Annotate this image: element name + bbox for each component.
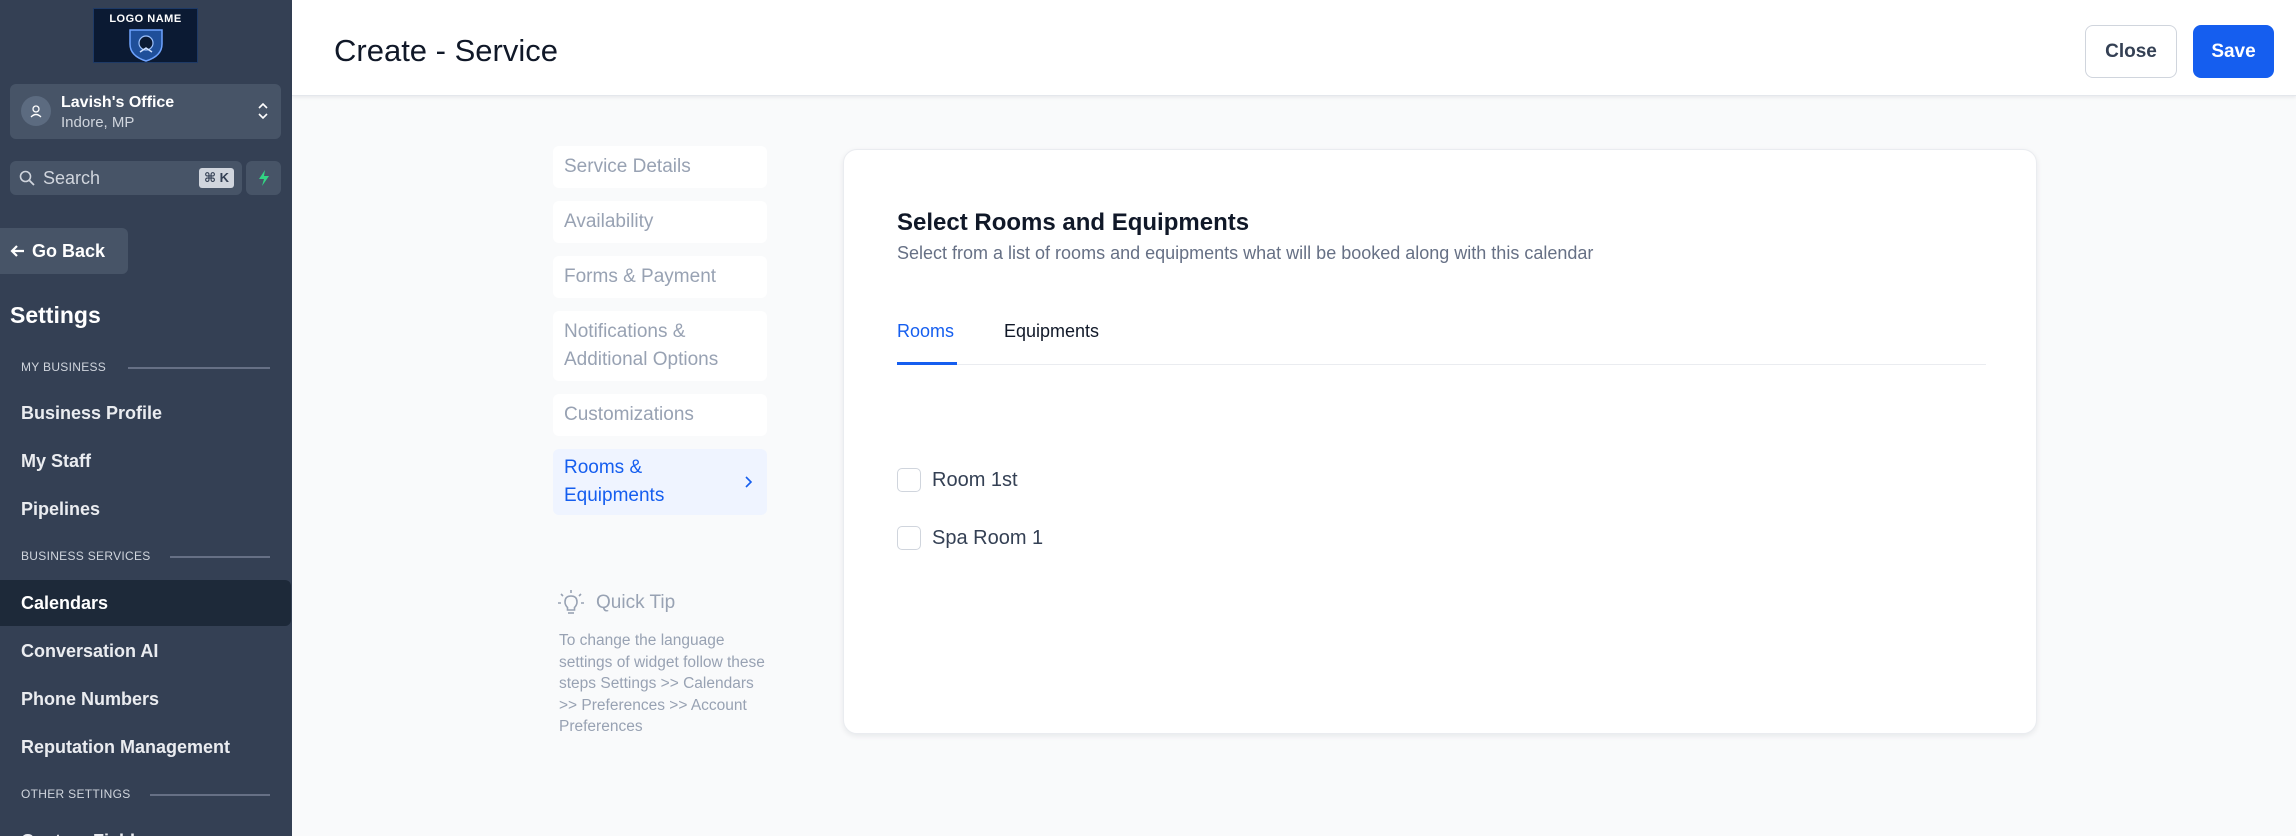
section-label-other-settings: OTHER SETTINGS: [21, 787, 131, 801]
sidebar-item-business-profile[interactable]: Business Profile: [0, 390, 292, 436]
sidebar: LOGO NAME Lavish's Office Indore, MP ⌘ K: [0, 0, 292, 836]
sidebar-item-calendars[interactable]: Calendars: [0, 580, 291, 626]
card-title: Select Rooms and Equipments: [897, 209, 1250, 236]
room-option[interactable]: Spa Room 1: [897, 526, 1043, 550]
step-label: Availability: [564, 211, 654, 232]
bolt-icon: [258, 170, 269, 186]
step-label: Service Details: [564, 156, 691, 177]
step-rooms-equipments[interactable]: Rooms & Equipments: [553, 449, 767, 515]
step-label: Rooms & Equipments: [564, 457, 665, 506]
quick-action-button[interactable]: [246, 161, 281, 195]
chevron-right-icon: [745, 476, 753, 488]
search-shortcut: ⌘ K: [198, 168, 234, 188]
location-sub: Indore, MP: [61, 114, 135, 131]
go-back-label: Go Back: [32, 240, 106, 261]
quick-tip-title: Quick Tip: [596, 592, 676, 613]
sidebar-item-conversation-ai[interactable]: Conversation AI: [0, 628, 292, 674]
sidebar-item-phone-numbers[interactable]: Phone Numbers: [0, 676, 292, 722]
section-divider: [128, 367, 270, 369]
sidebar-item-custom-fields[interactable]: Custom Fields: [0, 818, 292, 836]
step-forms-payment[interactable]: Forms & Payment: [553, 256, 767, 298]
checkbox[interactable]: [897, 468, 921, 492]
logo[interactable]: LOGO NAME: [93, 8, 198, 63]
step-label: Notifications & Additional Options: [564, 321, 719, 370]
card-subtitle: Select from a list of rooms and equipmen…: [897, 243, 1594, 263]
step-label: Customizations: [564, 404, 694, 425]
location-switcher[interactable]: Lavish's Office Indore, MP: [10, 84, 281, 139]
step-availability[interactable]: Availability: [553, 201, 767, 243]
shield-logo-icon: [128, 29, 163, 62]
logo-text: LOGO NAME: [109, 13, 182, 25]
sidebar-title: Settings: [10, 302, 101, 328]
step-notifications[interactable]: Notifications & Additional Options: [553, 311, 767, 381]
checkbox[interactable]: [897, 526, 921, 550]
room-label: Spa Room 1: [932, 526, 1044, 549]
location-name: Lavish's Office: [61, 94, 175, 111]
location-pin-icon: [21, 96, 51, 126]
section-divider: [170, 556, 270, 558]
close-button[interactable]: Close: [2085, 25, 2177, 78]
search-input[interactable]: [43, 161, 203, 195]
sidebar-item-pipelines[interactable]: Pipelines: [0, 486, 292, 532]
step-label: Forms & Payment: [564, 266, 717, 287]
save-button[interactable]: Save: [2193, 25, 2274, 78]
tab-equipments[interactable]: Equipments: [1004, 319, 1099, 365]
step-service-details[interactable]: Service Details: [553, 146, 767, 188]
search-box[interactable]: ⌘ K: [10, 161, 242, 195]
room-option[interactable]: Room 1st: [897, 468, 1018, 492]
arrow-left-icon: [10, 245, 24, 257]
sidebar-item-reputation-management[interactable]: Reputation Management: [0, 724, 292, 770]
section-label-business-services: BUSINESS SERVICES: [21, 549, 151, 563]
room-label: Room 1st: [932, 468, 1018, 491]
go-back-button[interactable]: Go Back: [0, 228, 128, 274]
lightbulb-icon: [558, 590, 584, 614]
section-divider: [150, 794, 270, 796]
rooms-equipments-card: Select Rooms and Equipments Select from …: [843, 149, 2037, 734]
section-label-my-business: MY BUSINESS: [21, 360, 107, 374]
quick-tip-text: To change the language settings of widge…: [559, 632, 765, 735]
chevron-up-down-icon: [258, 102, 268, 120]
tab-bar: Rooms Equipments: [897, 319, 1986, 365]
step-customizations[interactable]: Customizations: [553, 394, 767, 436]
search-icon: [19, 170, 35, 186]
page-header: Create - Service Close Save: [292, 0, 2296, 96]
tab-rooms[interactable]: Rooms: [897, 319, 957, 365]
page-title: Create - Service: [334, 33, 558, 68]
sidebar-item-my-staff[interactable]: My Staff: [0, 438, 292, 484]
